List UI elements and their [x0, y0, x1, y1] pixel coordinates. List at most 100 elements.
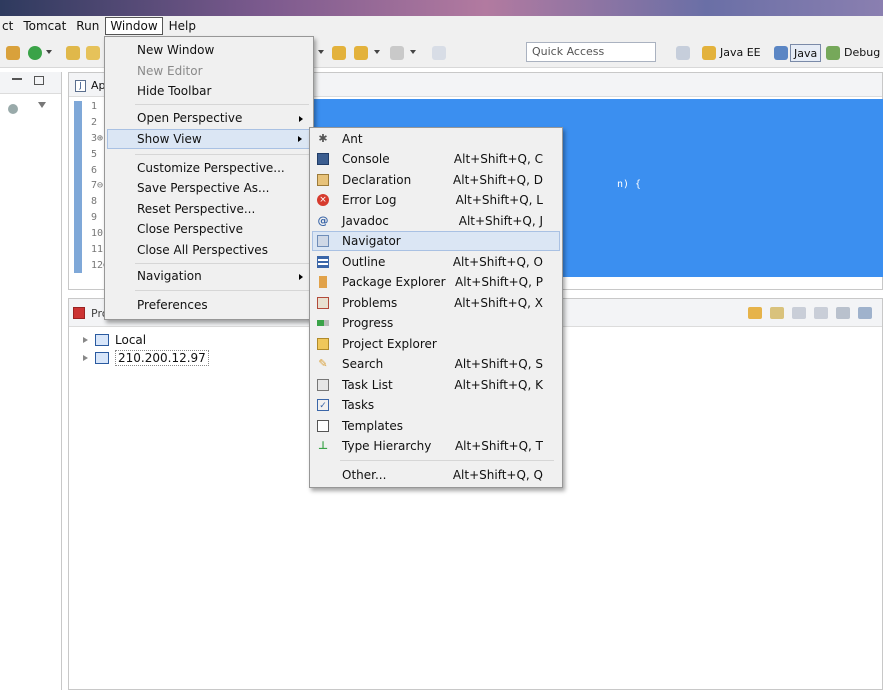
- menu-item-new-window[interactable]: New Window: [107, 40, 311, 60]
- editor-gutter: [69, 97, 85, 289]
- menu-separator: [135, 104, 309, 105]
- javadoc-icon: @: [317, 214, 329, 227]
- view-item-type-hierarchy[interactable]: ⊥ Type Hierarchy Alt+Shift+Q, T: [312, 436, 560, 456]
- view-item-navigator[interactable]: Navigator: [312, 231, 560, 251]
- menu-item-close-all-perspectives[interactable]: Close All Perspectives: [107, 240, 311, 260]
- type-hierarchy-icon: ⊥: [317, 439, 329, 452]
- line-number: 5: [91, 149, 98, 160]
- menu-item-label: Navigation: [137, 269, 202, 283]
- view-item-tasks[interactable]: ✓ Tasks: [312, 395, 560, 415]
- menu-item-show-view[interactable]: Show View: [107, 129, 311, 149]
- run-icon[interactable]: [28, 46, 42, 60]
- menu-item-save-perspective-as[interactable]: Save Perspective As...: [107, 178, 311, 198]
- view-item-task-list[interactable]: Task List Alt+Shift+Q, K: [312, 375, 560, 395]
- quick-access-input[interactable]: Quick Access: [526, 42, 656, 62]
- view-item-templates[interactable]: Templates: [312, 416, 560, 436]
- expand-icon[interactable]: [83, 337, 88, 343]
- submenu-arrow-icon: [299, 116, 303, 122]
- perspective-debug[interactable]: Debug: [844, 44, 880, 62]
- view-item-package-explorer[interactable]: Package Explorer Alt+Shift+Q, P: [312, 272, 560, 292]
- view-item-progress[interactable]: Progress: [312, 313, 560, 333]
- view-item-other[interactable]: Other... Alt+Shift+Q, Q: [312, 465, 560, 485]
- line-number: 1: [91, 101, 98, 112]
- editor-tab[interactable]: J Ap: [73, 77, 106, 95]
- menu-item-reset-perspective[interactable]: Reset Perspective...: [107, 199, 311, 219]
- view-item-declaration[interactable]: Declaration Alt+Shift+Q, D: [312, 170, 560, 190]
- link-editor-icon[interactable]: [8, 104, 18, 114]
- menu-item-hide-toolbar[interactable]: Hide Toolbar: [107, 81, 311, 101]
- minimize-icon[interactable]: [12, 78, 22, 80]
- menu-item-new-editor[interactable]: New Editor: [107, 61, 311, 81]
- tree-node[interactable]: Local: [83, 331, 209, 349]
- line-number: 6: [91, 165, 98, 176]
- back-icon[interactable]: [354, 46, 368, 60]
- menu-project[interactable]: ct: [0, 17, 17, 35]
- view-item-project-explorer[interactable]: Project Explorer: [312, 334, 560, 354]
- menu-item-navigation[interactable]: Navigation: [107, 267, 311, 287]
- line-number: 11: [91, 244, 104, 255]
- submenu-arrow-icon: [299, 274, 303, 280]
- view-item-problems[interactable]: Problems Alt+Shift+Q, X: [312, 293, 560, 313]
- view-menu-icon[interactable]: [38, 102, 46, 108]
- back-icon[interactable]: [792, 307, 806, 319]
- menu-item-close-perspective[interactable]: Close Perspective: [107, 219, 311, 239]
- menu-item-preferences[interactable]: Preferences: [107, 295, 311, 315]
- menu-window[interactable]: Window: [105, 17, 163, 35]
- menu-item-customize-perspective[interactable]: Customize Perspective...: [107, 158, 311, 178]
- view-item-javadoc[interactable]: @ Javadoc Alt+Shift+Q, J: [312, 211, 560, 231]
- maximize-icon[interactable]: [34, 76, 44, 85]
- navigator-icon: [317, 235, 329, 247]
- search-icon: ✎: [318, 357, 328, 370]
- menu-item-label: Show View: [137, 132, 202, 146]
- view-item-ant[interactable]: ✱ Ant: [312, 129, 560, 149]
- connect-icon[interactable]: [748, 307, 762, 319]
- show-view-submenu: ✱ Ant Console Alt+Shift+Q, C Declaration…: [309, 127, 563, 488]
- window-menu: New Window New Editor Hide Toolbar Open …: [104, 36, 314, 320]
- forward-icon[interactable]: [814, 307, 828, 319]
- code-text: n) {: [617, 179, 642, 190]
- home-icon[interactable]: [836, 307, 850, 319]
- menu-item-label: Open Perspective: [137, 111, 243, 125]
- pin-icon[interactable]: [432, 46, 446, 60]
- console-icon: [317, 153, 329, 165]
- menu-separator: [135, 154, 309, 155]
- open-perspective-icon[interactable]: [676, 46, 690, 60]
- tree-node[interactable]: 210.200.12.97: [83, 349, 209, 367]
- back-dropdown-icon[interactable]: [374, 50, 380, 54]
- menu-run[interactable]: Run: [72, 17, 103, 35]
- forward-icon[interactable]: [390, 46, 404, 60]
- tree-node-label: Local: [115, 333, 147, 347]
- change-ruler: [74, 101, 82, 273]
- expand-icon[interactable]: [83, 355, 88, 361]
- outline-icon: [317, 256, 329, 268]
- line-number: 9: [91, 212, 98, 223]
- view-item-search[interactable]: ✎ Search Alt+Shift+Q, S: [312, 354, 560, 374]
- menu-tomcat[interactable]: Tomcat: [19, 17, 70, 35]
- menu-item-open-perspective[interactable]: Open Perspective: [107, 109, 311, 129]
- refresh-icon[interactable]: [770, 307, 784, 319]
- perspective-java[interactable]: Java: [790, 44, 822, 62]
- debug-icon: [826, 46, 840, 60]
- view-item-error-log[interactable]: × Error Log Alt+Shift+Q, L: [312, 190, 560, 210]
- remote-systems-tree: Local 210.200.12.97: [83, 331, 209, 367]
- view-item-console[interactable]: Console Alt+Shift+Q, C: [312, 149, 560, 169]
- open-folder-icon[interactable]: [66, 46, 80, 60]
- java-ee-icon: [702, 46, 716, 60]
- perspective-java-ee[interactable]: Java EE: [720, 44, 761, 62]
- templates-icon: [317, 420, 329, 432]
- forward-dropdown-icon[interactable]: [410, 50, 416, 54]
- local-host-icon: [95, 334, 109, 346]
- collapse-icon[interactable]: [858, 307, 872, 319]
- prev-edit-icon[interactable]: [332, 46, 346, 60]
- menu-separator: [340, 460, 554, 461]
- new-server-icon[interactable]: [6, 46, 20, 60]
- run-dropdown-icon[interactable]: [46, 50, 52, 54]
- remote-host-icon: [95, 352, 109, 364]
- error-log-icon: ×: [317, 194, 329, 206]
- submenu-arrow-icon: [298, 136, 302, 142]
- view-item-outline[interactable]: Outline Alt+Shift+Q, O: [312, 252, 560, 272]
- menu-help[interactable]: Help: [165, 17, 200, 35]
- menubar: ct Tomcat Run Window Help: [0, 16, 883, 36]
- folder-icon[interactable]: [86, 46, 100, 60]
- dropdown-icon[interactable]: [318, 50, 324, 54]
